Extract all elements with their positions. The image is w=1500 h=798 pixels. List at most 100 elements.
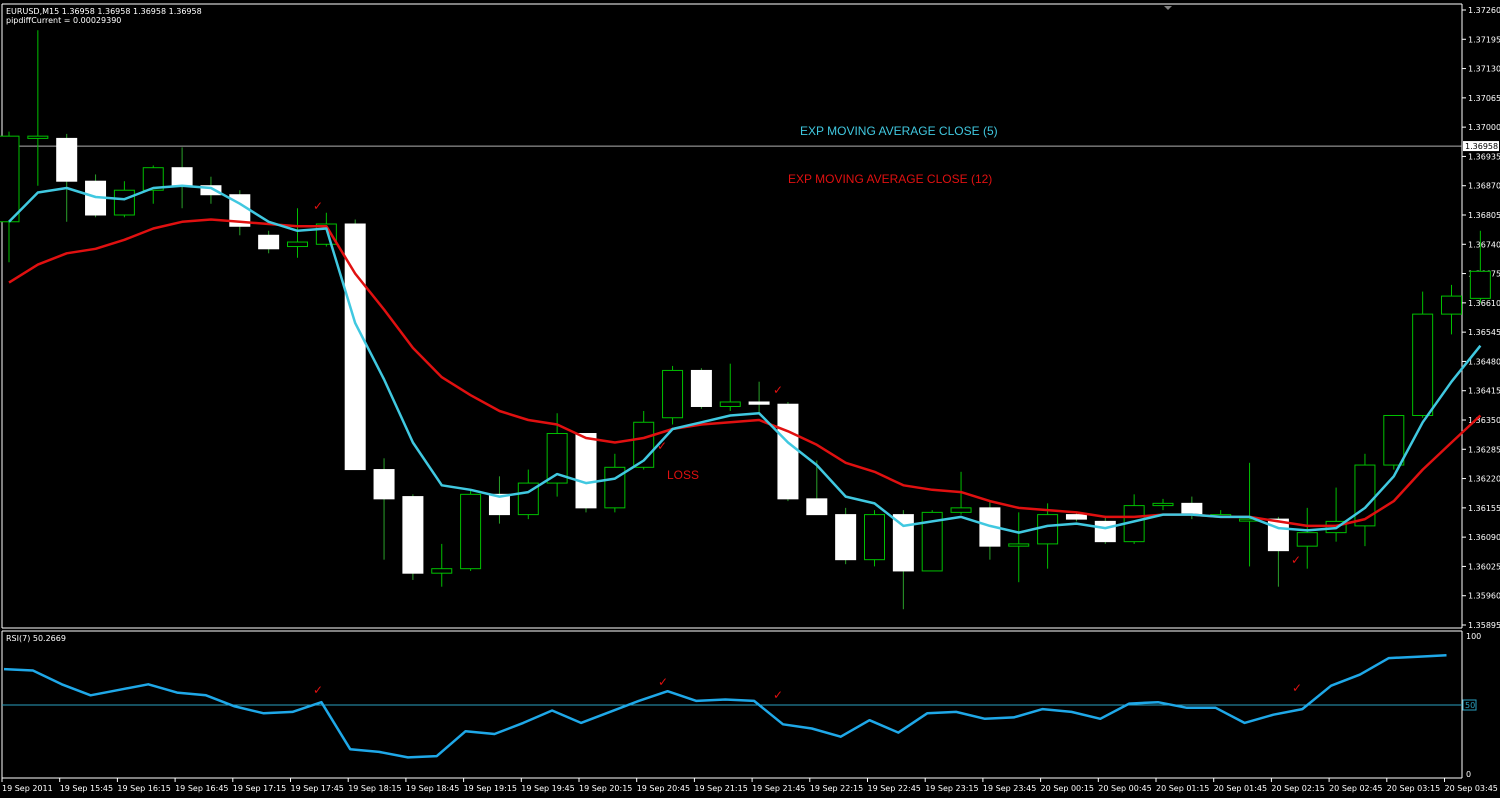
candle (662, 365, 684, 425)
current-price-label: 1.36958 (1465, 142, 1498, 151)
bull-candle-body (1354, 464, 1376, 527)
bull-candle-body (950, 507, 972, 513)
bull-candle-body (1412, 313, 1434, 416)
bull-candle-body (431, 568, 453, 574)
symbol-header: EURUSD,M15 1.36958 1.36958 1.36958 1.369… (6, 7, 202, 16)
time-tick-label: 19 Sep 23:45 (983, 784, 1036, 793)
time-tick-label: 19 Sep 19:15 (464, 784, 517, 793)
price-tick-label: 1.36805 (1468, 211, 1500, 220)
loss-label: LOSS (667, 468, 699, 482)
candle (690, 368, 712, 409)
rsi-level-label: 50 (1465, 701, 1475, 710)
ema12-label: EXP MOVING AVERAGE CLOSE (12) (788, 172, 992, 186)
price-tick-label: 1.37260 (1468, 6, 1500, 15)
bull-candle-body (1008, 543, 1030, 547)
time-tick-label: 20 Sep 00:15 (1041, 784, 1094, 793)
candle (402, 494, 424, 580)
bull-candle-body (719, 401, 741, 407)
bull-candle-body (1296, 532, 1318, 547)
time-tick-label: 19 Sep 22:45 (868, 784, 921, 793)
ema5-label: EXP MOVING AVERAGE CLOSE (5) (800, 124, 998, 138)
price-tick-label: 1.37130 (1468, 65, 1500, 74)
time-tick-label: 20 Sep 03:45 (1445, 784, 1498, 793)
time-tick-label: 19 Sep 22:15 (810, 784, 863, 793)
bear-candle-body (690, 369, 712, 407)
bull-candle-body (0, 135, 20, 223)
candle (460, 489, 482, 571)
time-tick-label: 19 Sep 23:15 (925, 784, 978, 793)
time-tick-label: 19 Sep 18:15 (348, 784, 401, 793)
bear-candle-body (1065, 514, 1087, 520)
price-tick-label: 1.36155 (1468, 504, 1500, 513)
signal-check-icon: ✓ (1292, 681, 1302, 695)
candle (1094, 516, 1116, 544)
price-tick-label: 1.35960 (1468, 592, 1500, 601)
rsi-title: RSI(7) 50.2669 (6, 634, 66, 643)
time-tick-label: 19 Sep 2011 (2, 784, 53, 793)
candle (344, 219, 366, 471)
time-tick-label: 20 Sep 01:15 (1156, 784, 1209, 793)
bull-candle-body (1037, 514, 1059, 545)
bull-candle-body (460, 493, 482, 570)
time-tick-label: 19 Sep 21:45 (752, 784, 805, 793)
price-tick-label: 1.36610 (1468, 299, 1500, 308)
bull-candle-body (662, 369, 684, 419)
bear-candle-body (575, 433, 597, 509)
time-tick-label: 19 Sep 16:15 (117, 784, 170, 793)
chart-background (0, 0, 1500, 798)
signal-check-icon: ✓ (657, 439, 667, 453)
signal-check-icon: ✓ (773, 688, 783, 702)
time-tick-label: 19 Sep 16:45 (175, 784, 228, 793)
bear-candle-body (56, 137, 78, 182)
bear-candle-body (835, 514, 857, 561)
time-tick-label: 19 Sep 15:45 (60, 784, 113, 793)
price-tick-label: 1.36415 (1468, 387, 1500, 396)
price-tick-label: 1.36025 (1468, 562, 1500, 571)
time-tick-label: 19 Sep 21:15 (694, 784, 747, 793)
signal-check-icon: ✓ (313, 199, 323, 213)
time-tick-label: 19 Sep 20:15 (579, 784, 632, 793)
bull-candle-body (287, 241, 308, 248)
time-tick-label: 20 Sep 00:45 (1098, 784, 1151, 793)
bear-candle-body (748, 401, 770, 405)
bull-candle-body (864, 514, 885, 561)
price-tick-label: 1.36740 (1468, 240, 1500, 249)
price-tick-label: 1.36285 (1468, 445, 1500, 454)
signal-check-icon: ✓ (658, 675, 668, 689)
signal-check-icon: ✓ (773, 383, 783, 397)
rsi-tick-0: 0 (1466, 770, 1471, 779)
candle (835, 507, 857, 565)
candle (575, 433, 597, 513)
price-tick-label: 1.37000 (1468, 123, 1500, 132)
time-tick-label: 20 Sep 02:15 (1271, 784, 1324, 793)
price-tick-label: 1.36545 (1468, 328, 1500, 337)
bear-candle-body (258, 234, 280, 250)
bear-candle-body (1181, 502, 1203, 516)
bear-candle-body (892, 514, 914, 572)
time-tick-label: 19 Sep 18:45 (406, 784, 459, 793)
bull-candle-body (27, 135, 49, 139)
time-tick-label: 19 Sep 17:15 (233, 784, 286, 793)
indicator-header: pipdiffCurrent = 0.00029390 (6, 16, 121, 25)
time-tick-label: 20 Sep 01:45 (1214, 784, 1267, 793)
rsi-tick-100: 100 (1466, 632, 1481, 641)
bull-candle-body (1152, 502, 1174, 507)
time-tick-label: 19 Sep 17:45 (291, 784, 344, 793)
bear-candle-body (777, 403, 799, 500)
signal-check-icon: ✓ (1291, 553, 1301, 567)
price-tick-label: 1.36480 (1468, 357, 1500, 366)
bull-candle-body (1383, 414, 1405, 466)
price-tick-label: 1.36870 (1468, 182, 1500, 191)
trading-chart: 1.37260 1.37195 1.37130 1.37065 1.37000 1.369… (0, 0, 1500, 798)
time-tick-label: 19 Sep 19:45 (521, 784, 574, 793)
bear-candle-body (171, 167, 193, 187)
bull-candle-body (1469, 270, 1491, 299)
bear-candle-body (373, 469, 395, 500)
price-tick-label: 1.36935 (1468, 152, 1500, 161)
price-tick-label: 1.36090 (1468, 533, 1500, 542)
time-tick-label: 20 Sep 02:45 (1329, 784, 1382, 793)
candle (777, 401, 799, 502)
price-tick-label: 1.37065 (1468, 94, 1500, 103)
bull-candle-body (1441, 295, 1462, 315)
bear-candle-body (806, 498, 828, 516)
